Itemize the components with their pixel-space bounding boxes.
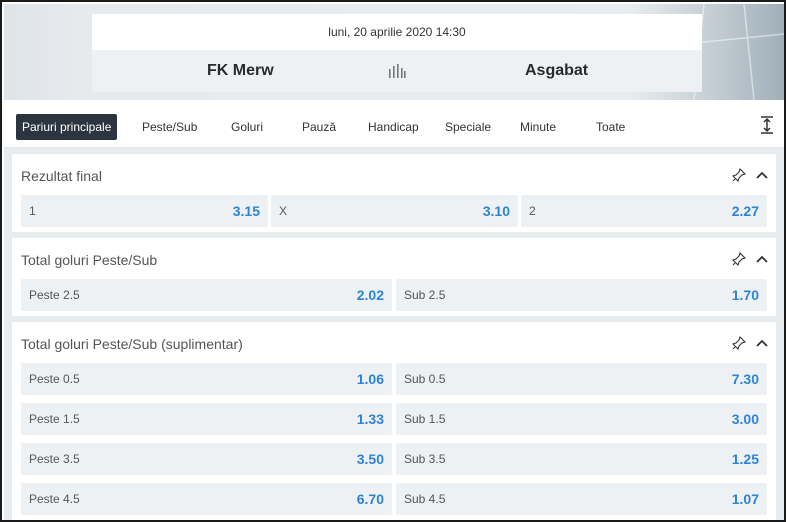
match-card: luni, 20 aprilie 2020 14:30 FK Merw Asga… <box>92 14 702 94</box>
odd-value: 3.00 <box>731 411 759 427</box>
odd-button[interactable]: Peste 3.5 3.50 <box>21 443 392 475</box>
pin-icon[interactable] <box>732 168 746 182</box>
odd-button[interactable]: Sub 2.5 1.70 <box>396 279 767 311</box>
odd-label: Sub 0.5 <box>404 372 446 386</box>
odd-label: Sub 4.5 <box>404 492 446 506</box>
odd-label: Peste 0.5 <box>29 372 80 386</box>
tab-pariuri-principale[interactable]: Pariuri principale <box>16 114 118 140</box>
odd-button[interactable]: Sub 3.5 1.25 <box>396 443 767 475</box>
odd-button[interactable]: 2 2.27 <box>521 195 767 227</box>
tab-pauza[interactable]: Pauză <box>296 114 342 140</box>
tab-minute[interactable]: Minute <box>514 114 562 140</box>
odd-label: Peste 1.5 <box>29 412 80 426</box>
market-title: Total goluri Peste/Sub (suplimentar) <box>21 336 243 352</box>
odd-label: Sub 1.5 <box>404 412 446 426</box>
tab-toate[interactable]: Toate <box>590 114 631 140</box>
tab-peste-sub[interactable]: Peste/Sub <box>136 114 203 140</box>
odd-button[interactable]: Sub 1.5 3.00 <box>396 403 767 435</box>
odd-value: 2.02 <box>356 287 384 303</box>
odd-label: X <box>279 204 288 218</box>
tab-handicap[interactable]: Handicap <box>362 114 425 140</box>
betting-page: luni, 20 aprilie 2020 14:30 FK Merw Asga… <box>0 0 786 522</box>
odd-value: 1.70 <box>731 287 759 303</box>
odd-label: 2 <box>529 204 536 218</box>
odd-label: 1 <box>29 204 36 218</box>
match-header: luni, 20 aprilie 2020 14:30 FK Merw Asga… <box>4 4 784 100</box>
match-teams: FK Merw Asgabat <box>92 50 702 92</box>
odd-label: Peste 3.5 <box>29 452 80 466</box>
odd-value: 3.10 <box>482 203 510 219</box>
market-total-goluri-suplimentar: Total goluri Peste/Sub (suplimentar) Pes… <box>12 322 776 520</box>
odd-label: Peste 4.5 <box>29 492 80 506</box>
odd-button[interactable]: Sub 4.5 1.07 <box>396 483 767 515</box>
stats-bars-icon[interactable] <box>388 64 406 78</box>
odd-value: 7.30 <box>731 371 759 387</box>
odd-value: 1.33 <box>356 411 384 427</box>
odd-button[interactable]: Peste 4.5 6.70 <box>21 483 392 515</box>
tab-speciale[interactable]: Speciale <box>439 114 497 140</box>
tab-goluri[interactable]: Goluri <box>225 114 269 140</box>
pin-icon[interactable] <box>732 252 746 266</box>
market-total-goluri: Total goluri Peste/Sub Peste 2.5 2.02 Su… <box>12 238 776 316</box>
chevron-up-icon[interactable] <box>756 170 768 180</box>
odd-button[interactable]: Peste 1.5 1.33 <box>21 403 392 435</box>
markets-list: Rezultat final 1 3.15 X 3.10 2 2.27 Tota… <box>4 148 784 520</box>
odd-value: 3.50 <box>356 451 384 467</box>
pin-icon[interactable] <box>732 336 746 350</box>
odd-label: Sub 3.5 <box>404 452 446 466</box>
market-title: Rezultat final <box>21 168 102 184</box>
chevron-up-icon[interactable] <box>756 338 768 348</box>
odd-value: 6.70 <box>356 491 384 507</box>
away-team[interactable]: Asgabat <box>525 62 588 80</box>
odd-button[interactable]: Peste 0.5 1.06 <box>21 363 392 395</box>
market-title: Total goluri Peste/Sub <box>21 252 158 268</box>
odd-value: 1.25 <box>731 451 759 467</box>
odd-label: Peste 2.5 <box>29 288 80 302</box>
odd-button[interactable]: Peste 2.5 2.02 <box>21 279 392 311</box>
chevron-up-icon[interactable] <box>756 254 768 264</box>
match-date: luni, 20 aprilie 2020 14:30 <box>92 14 702 50</box>
odd-value: 1.07 <box>731 491 759 507</box>
home-team[interactable]: FK Merw <box>207 62 274 80</box>
market-tabs: Pariuri principale Peste/Sub Goluri Pauz… <box>4 102 784 148</box>
odd-button[interactable]: Sub 0.5 7.30 <box>396 363 767 395</box>
odd-value: 1.06 <box>356 371 384 387</box>
odd-value: 3.15 <box>232 203 260 219</box>
market-rezultat-final: Rezultat final 1 3.15 X 3.10 2 2.27 <box>12 154 776 232</box>
odd-button[interactable]: 1 3.15 <box>21 195 268 227</box>
odd-button[interactable]: X 3.10 <box>271 195 518 227</box>
odd-label: Sub 2.5 <box>404 288 446 302</box>
expand-collapse-icon[interactable] <box>760 116 774 134</box>
odd-value: 2.27 <box>731 203 759 219</box>
